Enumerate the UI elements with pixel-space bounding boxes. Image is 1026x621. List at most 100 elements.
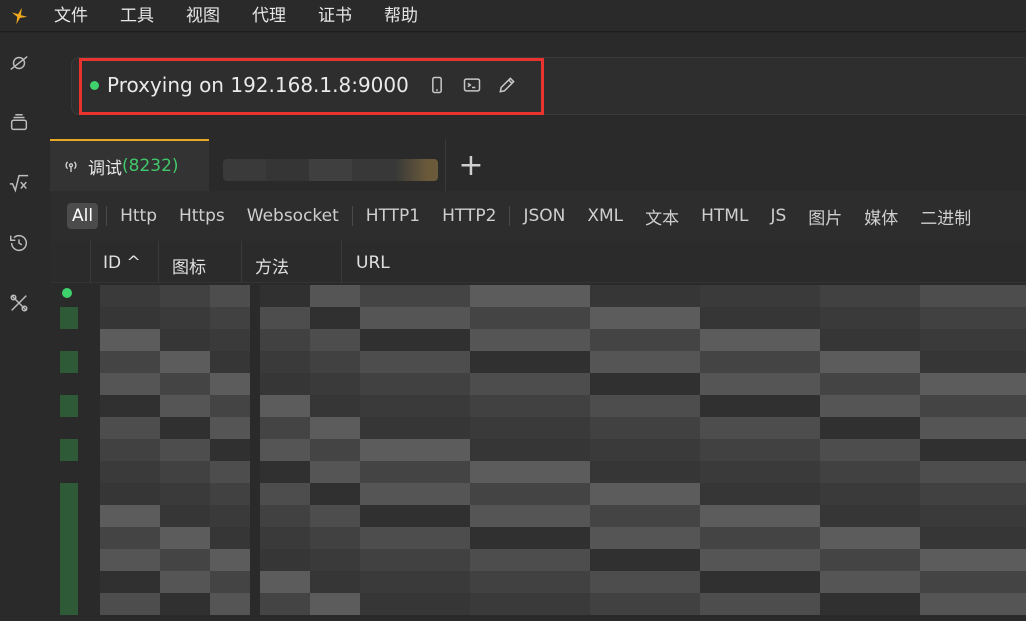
redacted-cell (100, 351, 160, 373)
redacted-cell (100, 505, 160, 527)
redacted-cell (470, 527, 590, 549)
phone-icon[interactable] (425, 73, 449, 97)
redacted-cell (210, 549, 250, 571)
redacted-cell (590, 571, 700, 593)
redacted-cell (590, 395, 700, 417)
column-icon[interactable]: 图标 (172, 253, 206, 278)
filter-xml[interactable]: XML (576, 206, 634, 226)
history-icon[interactable] (6, 230, 32, 256)
redacted-cell (160, 571, 210, 593)
redacted-cell (310, 351, 360, 373)
redacted-cell (470, 395, 590, 417)
column-id[interactable]: ID ^ (103, 253, 141, 273)
table-row[interactable] (50, 527, 1026, 549)
table-row[interactable] (50, 571, 1026, 593)
table-row[interactable] (50, 483, 1026, 505)
redacted-cell (160, 285, 210, 307)
redacted-cell (470, 439, 590, 461)
table-row[interactable] (50, 505, 1026, 527)
redacted-cell (920, 549, 1026, 571)
redacted-cell (820, 417, 920, 439)
filter-html[interactable]: HTML (690, 206, 759, 226)
redacted-cell (310, 483, 360, 505)
column-divider[interactable] (241, 241, 242, 283)
filter-binary[interactable]: 二进制 (909, 204, 982, 229)
row-marker (60, 439, 78, 461)
redacted-cell (700, 527, 820, 549)
table-row[interactable] (50, 351, 1026, 373)
formula-icon[interactable] (6, 170, 32, 196)
menu-certificate[interactable]: 证书 (302, 6, 368, 26)
column-method[interactable]: 方法 (255, 253, 289, 278)
redacted-cell (100, 373, 160, 395)
status-dot-icon (62, 288, 72, 298)
redacted-cell (100, 439, 160, 461)
menu-view[interactable]: 视图 (170, 6, 236, 26)
menu-tools[interactable]: 工具 (104, 6, 170, 26)
tab-debug[interactable]: 调试 (8232) (50, 139, 209, 191)
redacted-cell (310, 417, 360, 439)
tools-icon[interactable] (6, 290, 32, 316)
redacted-cell (360, 373, 470, 395)
redacted-cell (210, 373, 250, 395)
redacted-cell (310, 285, 360, 307)
status-dot-icon (90, 80, 99, 90)
redacted-cell (820, 329, 920, 351)
table-row[interactable] (50, 461, 1026, 483)
row-marker (60, 351, 78, 373)
filter-all[interactable]: All (67, 203, 99, 229)
column-divider[interactable] (158, 241, 159, 283)
filter-https[interactable]: Https (168, 206, 236, 226)
table-row[interactable] (50, 417, 1026, 439)
redacted-cell (160, 483, 210, 505)
redacted-cell (590, 329, 700, 351)
filter-websocket[interactable]: Websocket (236, 206, 350, 226)
filter-image[interactable]: 图片 (797, 204, 853, 229)
redacted-cell (920, 527, 1026, 549)
redacted-cell (820, 527, 920, 549)
table-row[interactable] (50, 439, 1026, 461)
tab-blurred[interactable] (209, 139, 446, 191)
filter-json[interactable]: JSON (512, 206, 576, 226)
satellite-icon[interactable] (6, 50, 32, 76)
redacted-cell (820, 373, 920, 395)
redacted-cell (160, 417, 210, 439)
filter-http2[interactable]: HTTP2 (431, 206, 507, 226)
redacted-cell (700, 351, 820, 373)
redacted-cell (360, 505, 470, 527)
redacted-cell (210, 307, 250, 329)
table-row[interactable] (50, 373, 1026, 395)
redacted-cell (160, 439, 210, 461)
menu-proxy[interactable]: 代理 (236, 6, 302, 26)
table-row[interactable] (50, 549, 1026, 571)
redacted-cell (590, 549, 700, 571)
table-row[interactable] (50, 285, 1026, 307)
redacted-cell (210, 329, 250, 351)
filter-http1[interactable]: HTTP1 (355, 206, 431, 226)
filter-media[interactable]: 媒体 (853, 204, 909, 229)
layers-icon[interactable] (6, 110, 32, 136)
table-row[interactable] (50, 329, 1026, 351)
column-divider[interactable] (341, 241, 342, 283)
main-panel: Proxying on 192.168.1.8:9000 调试 (8232) +… (40, 33, 1026, 621)
edit-icon[interactable] (495, 73, 519, 97)
redacted-cell (310, 373, 360, 395)
add-tab-button[interactable]: + (446, 139, 496, 191)
redacted-cell (260, 395, 310, 417)
menu-file[interactable]: 文件 (40, 6, 104, 26)
table-row[interactable] (50, 307, 1026, 329)
column-url[interactable]: URL (356, 253, 390, 273)
redacted-cell (820, 549, 920, 571)
table-row[interactable] (50, 395, 1026, 417)
filter-http[interactable]: Http (109, 206, 168, 226)
redacted-cell (260, 285, 310, 307)
filter-text[interactable]: 文本 (634, 204, 690, 229)
redacted-cell (100, 549, 160, 571)
redacted-cell (590, 527, 700, 549)
redacted-cell (310, 549, 360, 571)
menu-help[interactable]: 帮助 (368, 6, 434, 26)
terminal-icon[interactable] (460, 73, 484, 97)
filter-js[interactable]: JS (759, 206, 797, 226)
redacted-cell (590, 417, 700, 439)
table-row[interactable] (50, 593, 1026, 615)
